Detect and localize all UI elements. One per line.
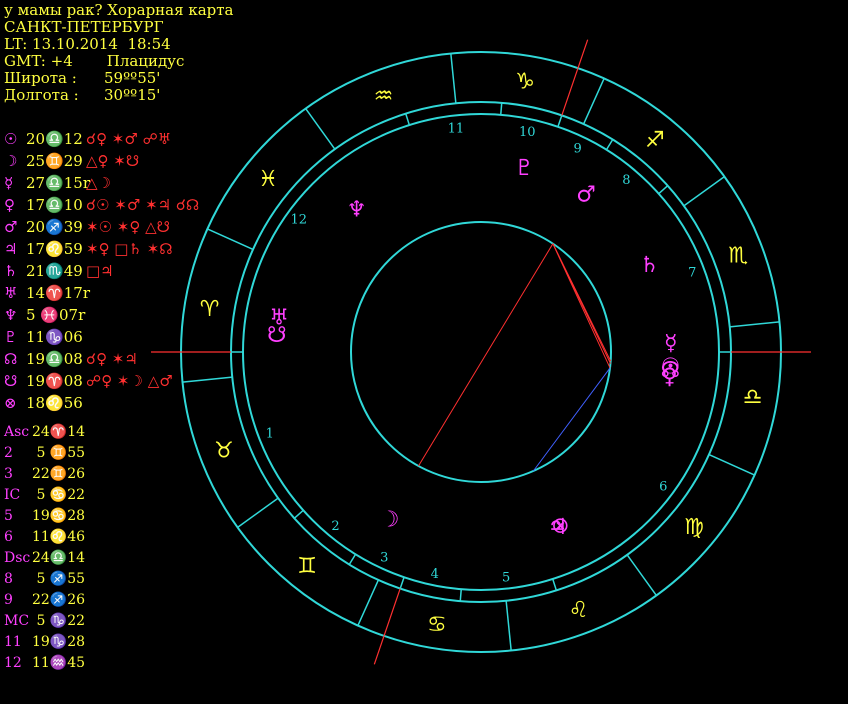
house-cusp-line xyxy=(459,589,462,602)
zodiac-sign-glyph: ♑ xyxy=(515,70,535,95)
aspect-line xyxy=(418,243,554,467)
sign-divider xyxy=(582,78,605,125)
house-cusp-line xyxy=(405,113,411,126)
sign-divider xyxy=(450,53,457,104)
house-number-label: 8 xyxy=(622,173,630,188)
chart-planet-glyph: ☽ xyxy=(380,508,400,533)
house-number-label: 1 xyxy=(266,426,274,441)
zodiac-inner-ring xyxy=(230,101,732,603)
zodiac-sign-glyph: ♎ xyxy=(743,385,763,410)
sign-divider xyxy=(708,453,755,476)
house-number-label: 6 xyxy=(659,480,667,495)
aspect-line xyxy=(532,367,611,472)
house-number-label: 4 xyxy=(431,567,439,582)
zodiac-sign-glyph: ♉ xyxy=(214,439,234,464)
aspect-ring xyxy=(350,221,612,483)
zodiac-sign-glyph: ♌ xyxy=(569,598,589,623)
sign-divider xyxy=(182,376,233,383)
zodiac-sign-glyph: ♏ xyxy=(728,243,748,268)
zodiac-sign-glyph: ♋ xyxy=(427,612,447,637)
zodiac-sign-glyph: ♊ xyxy=(297,554,317,579)
sign-divider xyxy=(505,600,512,651)
house-cusp-line xyxy=(500,102,503,115)
house-number-label: 2 xyxy=(331,519,339,534)
zodiac-sign-glyph: ♒ xyxy=(374,84,394,109)
house-cusp-line xyxy=(557,115,563,128)
chart-planet-glyph: ☋ xyxy=(267,323,287,348)
house-numbers: 1234 56789101112 xyxy=(231,102,731,602)
house-cusp-line xyxy=(552,578,558,591)
outer-ring xyxy=(180,51,782,653)
chart-planet-glyph: ☿ xyxy=(664,331,678,356)
aspect-lines xyxy=(418,243,612,472)
house-cusp-line xyxy=(605,139,614,151)
mc-axis xyxy=(561,39,589,116)
sign-divider xyxy=(626,554,657,596)
house-number-label: 7 xyxy=(688,266,696,281)
house-number-label: 12 xyxy=(290,212,307,227)
chart-planet-glyph: ☊ xyxy=(660,358,680,383)
horoscope-wheel: ♈♉♊♋♌♍♎♏♐♑♒♓ 1234 56789101112 ☉☽☿♀♂♃♄♅♆♇☊… xyxy=(151,39,811,665)
chart-planet-glyph: ♂ xyxy=(576,183,596,208)
house-number-label: 9 xyxy=(574,142,582,157)
house-cusp-line xyxy=(399,576,405,589)
house-ring xyxy=(242,113,720,591)
sign-dividers xyxy=(182,53,780,651)
sign-divider xyxy=(237,497,279,528)
house-cusp-line xyxy=(348,553,357,565)
sign-divider xyxy=(305,108,336,150)
sign-divider xyxy=(207,228,254,251)
sign-divider xyxy=(729,321,780,328)
ic-axis xyxy=(373,588,401,665)
chart-planet-glyph: ⊗ xyxy=(551,514,569,539)
house-number-label: 11 xyxy=(448,121,465,136)
house-cusp-line xyxy=(658,185,669,195)
sign-divider xyxy=(683,176,725,207)
zodiac-sign-glyph: ♍ xyxy=(684,515,704,540)
chart-axes xyxy=(151,39,811,665)
house-number-label: 10 xyxy=(519,125,536,140)
zodiac-sign-glyph: ♈ xyxy=(200,297,220,322)
chart-planet-glyph: ♄ xyxy=(640,253,660,278)
house-cusp-line xyxy=(293,509,304,519)
house-number-label: 3 xyxy=(380,550,388,565)
sign-divider xyxy=(357,579,380,626)
zodiac-sign-glyph: ♐ xyxy=(645,128,665,153)
zodiac-sign-glyph: ♓ xyxy=(258,167,278,192)
chart-planet-glyph: ♆ xyxy=(347,197,367,222)
chart-planet-glyph: ♇ xyxy=(514,156,534,181)
wheel-rings xyxy=(180,51,782,653)
house-number-label: 5 xyxy=(502,571,510,586)
